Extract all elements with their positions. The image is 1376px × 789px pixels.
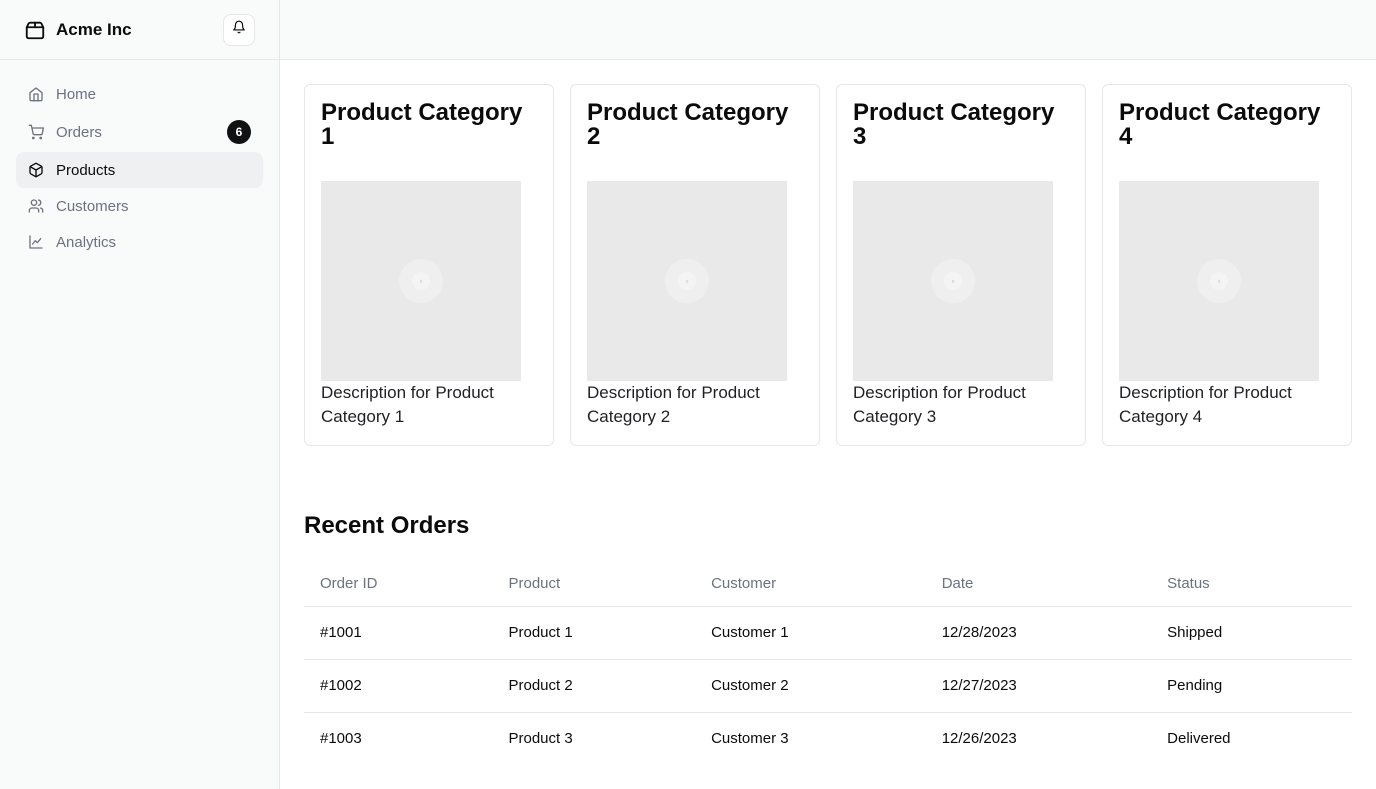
image-icon: ▫ — [944, 272, 962, 290]
home-icon — [28, 86, 44, 102]
customer-cell: Customer 2 — [695, 659, 926, 713]
product-card-title: Product Category 1 — [321, 99, 523, 150]
sidebar: Acme Inc Home Orders 6 Products Customer… — [0, 0, 280, 789]
app-root: Acme Inc Home Orders 6 Products Customer… — [0, 0, 1376, 789]
status-cell: Pending — [1151, 659, 1352, 713]
column-header-customer: Customer — [695, 562, 926, 607]
date-cell: 12/26/2023 — [941, 730, 1017, 748]
sidebar-item-label: Analytics — [56, 233, 117, 251]
date-cell: 12/28/2023 — [925, 606, 1152, 660]
product-card-description: Description for Product Category 3 — [853, 383, 1026, 426]
product-cell: Product 3 — [508, 730, 573, 748]
status-cell: Shipped — [1151, 606, 1352, 660]
users-icon — [28, 198, 44, 214]
image-icon: ▫ — [412, 272, 430, 290]
notifications-button[interactable] — [223, 13, 255, 46]
product-card[interactable]: Product Category 2 ▫ Description for Pro… — [570, 84, 820, 446]
date-cell: 12/27/2023 — [925, 659, 1152, 713]
main-content: Product Category 1 ▫ Description for Pro… — [280, 60, 1376, 765]
column-header-date: Date — [925, 562, 1152, 607]
bell-icon — [232, 20, 246, 39]
column-header-order-id: Order ID — [304, 562, 493, 607]
sidebar-item-home[interactable]: Home — [16, 76, 263, 112]
brand-name: Acme Inc — [56, 19, 132, 39]
orders-count-badge: 6 — [227, 120, 251, 144]
product-cell: Product 1 — [492, 606, 696, 660]
order-id-cell: #1001 — [304, 606, 493, 660]
product-card[interactable]: Product Category 4 ▫ Description for Pro… — [1102, 84, 1352, 446]
image-icon: ▫ — [1210, 272, 1228, 290]
top-bar — [280, 0, 1376, 60]
table-row[interactable]: #1001 Product 1 Customer 1 12/28/2023 Sh… — [304, 606, 1352, 660]
product-cell: Product 2 — [492, 659, 696, 713]
product-image-placeholder: ▫ — [1119, 181, 1319, 381]
product-card-title: Product Category 3 — [853, 99, 1055, 150]
product-card[interactable]: Product Category 3 ▫ Description for Pro… — [836, 84, 1086, 446]
product-cards: Product Category 1 ▫ Description for Pro… — [304, 84, 1352, 446]
sidebar-item-orders[interactable]: Orders 6 — [16, 112, 263, 152]
package-icon — [24, 19, 46, 41]
line-chart-icon — [28, 234, 44, 250]
sidebar-item-label: Customers — [56, 197, 129, 215]
product-card-description: Description for Product Category 1 — [321, 383, 494, 426]
sidebar-item-products[interactable]: Products — [16, 152, 263, 188]
product-card-title: Product Category 2 — [587, 99, 789, 150]
status-cell: Delivered — [1167, 730, 1231, 748]
product-image-placeholder: ▫ — [321, 181, 521, 381]
table-header-row: Order ID Product Customer Date Status — [304, 562, 1352, 607]
orders-table: Order ID Product Customer Date Status #1… — [304, 562, 1352, 765]
sidebar-item-customers[interactable]: Customers — [16, 188, 263, 224]
package-icon — [28, 162, 44, 178]
column-header-status: Status — [1151, 562, 1352, 607]
product-image-placeholder: ▫ — [587, 181, 787, 381]
product-card[interactable]: Product Category 1 ▫ Description for Pro… — [304, 84, 554, 446]
recent-orders-title: Recent Orders — [304, 512, 470, 539]
product-card-title: Product Category 4 — [1119, 99, 1321, 150]
column-header-product: Product — [492, 562, 696, 607]
customer-cell: Customer 1 — [695, 606, 926, 660]
product-card-description: Description for Product Category 4 — [1119, 383, 1292, 426]
brand-bar: Acme Inc — [0, 0, 279, 60]
product-image-placeholder: ▫ — [853, 181, 1053, 381]
product-card-description: Description for Product Category 2 — [587, 383, 760, 426]
cart-icon — [28, 124, 44, 140]
sidebar-item-label: Home — [56, 85, 97, 103]
order-id-cell: #1003 — [320, 730, 362, 748]
table-row[interactable]: #1002 Product 2 Customer 2 12/27/2023 Pe… — [304, 659, 1352, 713]
brand-link[interactable]: Acme Inc — [24, 19, 132, 41]
sidebar-item-label: Orders — [56, 123, 102, 141]
order-id-cell: #1002 — [304, 659, 493, 713]
main-area: Product Category 1 ▫ Description for Pro… — [280, 0, 1376, 789]
image-icon: ▫ — [678, 272, 696, 290]
sidebar-item-analytics[interactable]: Analytics — [16, 224, 263, 260]
customer-cell: Customer 3 — [711, 730, 789, 748]
sidebar-nav: Home Orders 6 Products Customers Analyti… — [0, 60, 279, 276]
sidebar-item-label: Products — [56, 161, 116, 179]
table-row[interactable]: #1003 Product 3 Customer 3 12/26/2023 De… — [304, 712, 1352, 765]
